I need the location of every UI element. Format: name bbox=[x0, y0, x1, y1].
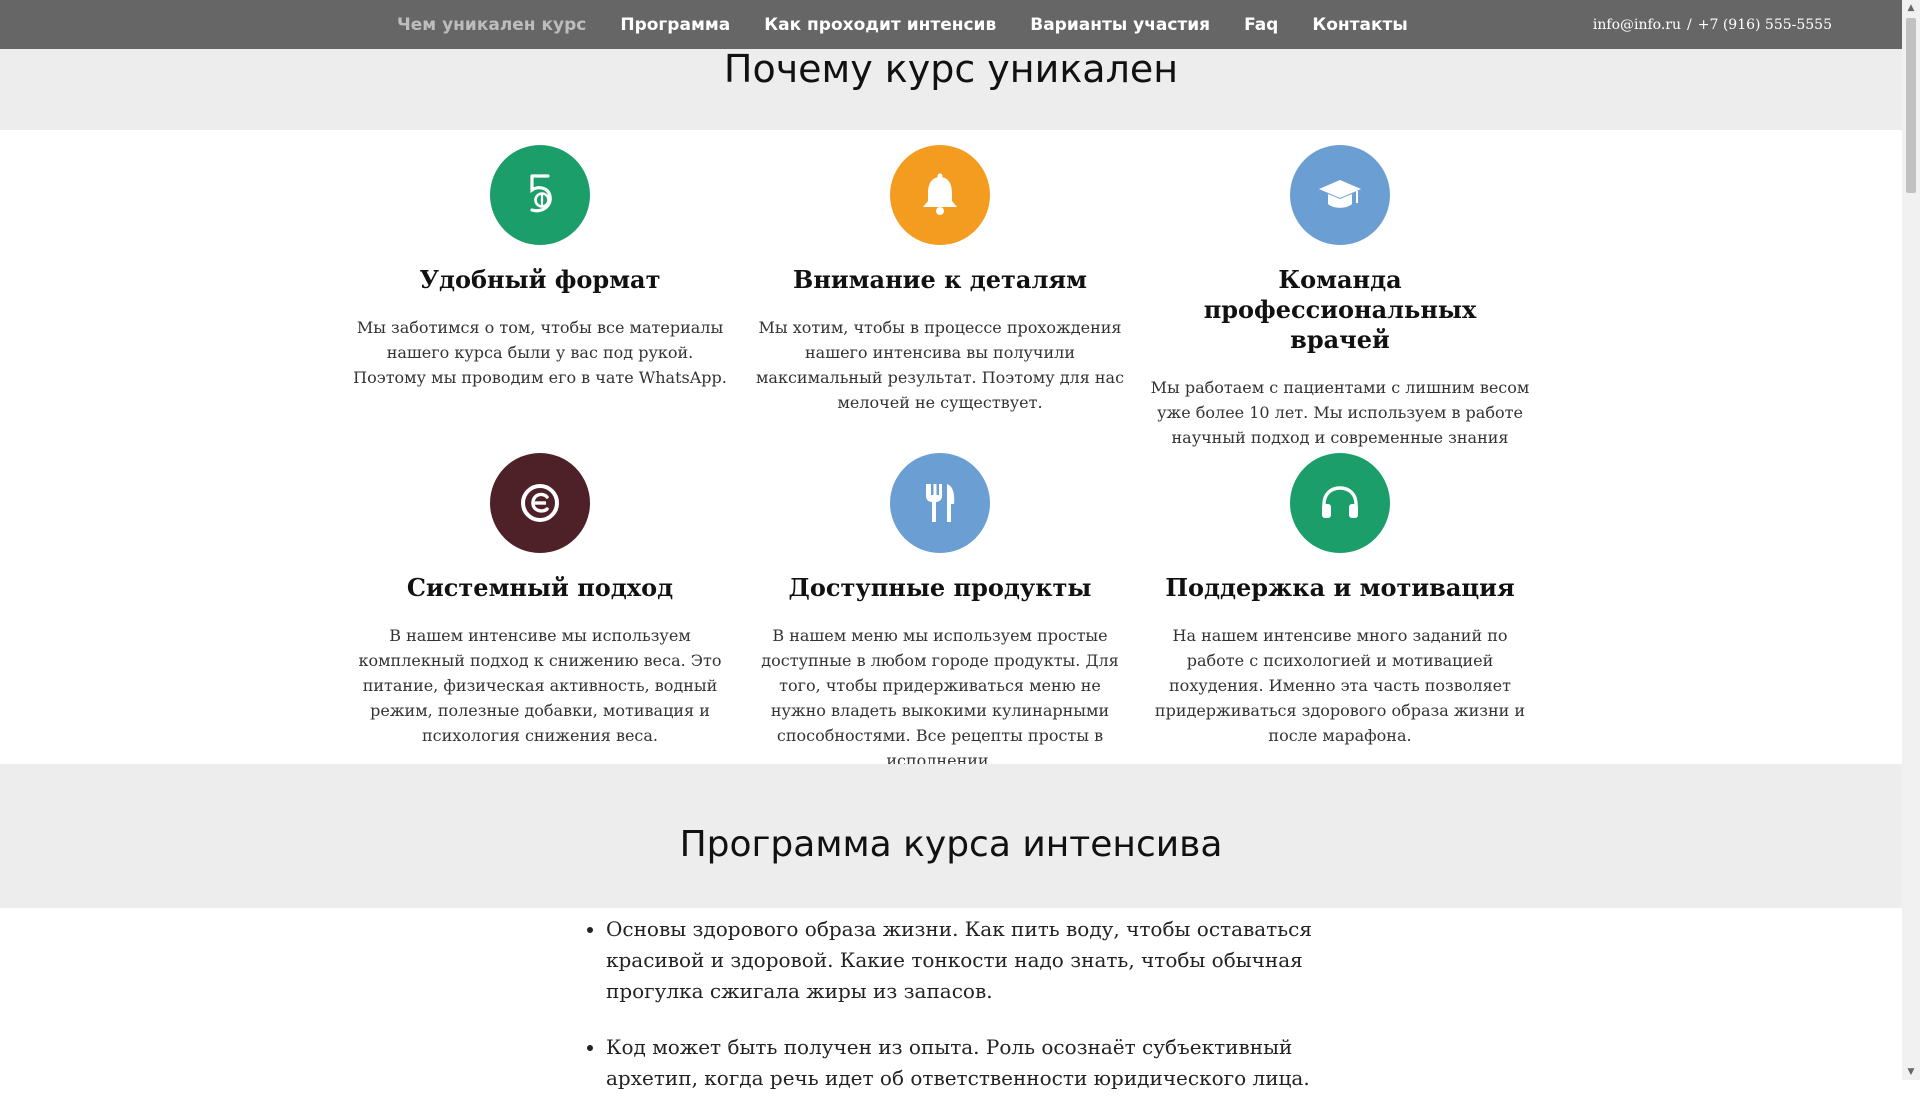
feature-card-doctors: Команда профессиональных врачей Мы работ… bbox=[1150, 145, 1530, 450]
feature-title: Внимание к деталям bbox=[793, 265, 1087, 294]
nav-item-how-it-works[interactable]: Как проходит интенсив bbox=[764, 15, 996, 35]
program-list: Основы здорового образа жизни. Как пить … bbox=[582, 908, 1342, 1119]
contact-separator: / bbox=[1687, 16, 1692, 33]
email-link[interactable]: info@info.ru bbox=[1593, 17, 1681, 33]
nav-item-unique[interactable]: Чем уникален курс bbox=[397, 15, 586, 35]
bell-icon bbox=[890, 145, 990, 245]
headphones-icon bbox=[1290, 453, 1390, 553]
five-icon bbox=[490, 145, 590, 245]
target-icon bbox=[490, 453, 590, 553]
feature-text: Мы работаем с пациентами с лишним весом … bbox=[1150, 378, 1530, 447]
fork-knife-icon bbox=[890, 453, 990, 553]
top-navbar: Чем уникален курс Программа Как проходит… bbox=[0, 0, 1902, 49]
main-nav: Чем уникален курс Программа Как проходит… bbox=[397, 0, 1442, 49]
feature-title: Доступные продукты bbox=[788, 573, 1092, 602]
scroll-up-icon[interactable]: ▲ bbox=[1902, 0, 1920, 16]
feature-card-format: Удобный формат Мы заботимся о том, чтобы… bbox=[350, 145, 730, 390]
page-scrollbar[interactable]: ▲ ▼ bbox=[1902, 0, 1920, 1080]
nav-item-faq[interactable]: Faq bbox=[1244, 15, 1278, 35]
scroll-down-icon[interactable]: ▼ bbox=[1902, 1064, 1920, 1080]
header-contact: info@info.ru / +7 (916) 555-5555 bbox=[1593, 0, 1832, 49]
feature-text: В нашем интенсиве мы используем комплекн… bbox=[358, 626, 722, 745]
feature-text: Мы хотим, чтобы в процессе прохождения н… bbox=[755, 318, 1125, 412]
nav-item-program[interactable]: Программа bbox=[620, 15, 730, 35]
feature-title: Удобный формат bbox=[419, 265, 661, 294]
phone-link[interactable]: +7 (916) 555-5555 bbox=[1698, 17, 1832, 33]
feature-title: Поддержка и мотивация bbox=[1165, 573, 1515, 602]
feature-card-products: Доступные продукты В нашем меню мы испол… bbox=[750, 453, 1130, 773]
feature-title: Команда профессиональных врачей bbox=[1203, 265, 1477, 354]
feature-text: На нашем интенсиве много заданий по рабо… bbox=[1154, 626, 1526, 745]
list-item: Код может быть получен из опыта. Роль ос… bbox=[606, 1032, 1342, 1094]
nav-item-contacts[interactable]: Контакты bbox=[1312, 15, 1407, 35]
list-item: Основы здорового образа жизни. Как пить … bbox=[606, 914, 1342, 1007]
feature-title: Системный подход bbox=[406, 573, 674, 602]
section-title-why: Почему курс уникален bbox=[723, 47, 1179, 91]
feature-card-support: Поддержка и мотивация На нашем интенсиве… bbox=[1150, 453, 1530, 748]
nav-item-participation[interactable]: Варианты участия bbox=[1030, 15, 1210, 35]
scrollbar-thumb[interactable] bbox=[1906, 18, 1916, 193]
feature-card-system: Системный подход В нашем интенсиве мы ис… bbox=[350, 453, 730, 748]
program-section-header: Программа курса интенсива bbox=[0, 764, 1902, 908]
graduation-cap-icon bbox=[1290, 145, 1390, 245]
section-title-program: Программа курса интенсива bbox=[679, 824, 1223, 865]
why-section-header: Почему курс уникален bbox=[0, 49, 1902, 130]
feature-text: Мы заботимся о том, чтобы все материалы … bbox=[353, 318, 727, 387]
feature-text: В нашем меню мы используем простые досту… bbox=[761, 626, 1119, 770]
feature-card-details: Внимание к деталям Мы хотим, чтобы в про… bbox=[750, 145, 1130, 415]
